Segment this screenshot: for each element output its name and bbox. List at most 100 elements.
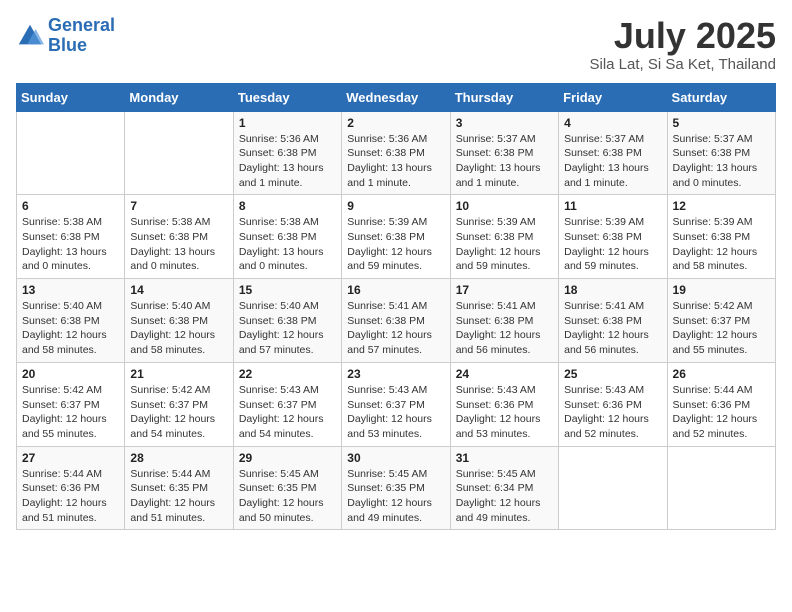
day-number: 2: [347, 116, 444, 130]
day-number: 5: [673, 116, 770, 130]
day-number: 25: [564, 367, 661, 381]
day-number: 20: [22, 367, 119, 381]
day-info: Sunrise: 5:37 AM Sunset: 6:38 PM Dayligh…: [456, 132, 553, 191]
day-info: Sunrise: 5:40 AM Sunset: 6:38 PM Dayligh…: [239, 299, 336, 358]
col-header-monday: Monday: [125, 83, 233, 111]
day-info: Sunrise: 5:42 AM Sunset: 6:37 PM Dayligh…: [22, 383, 119, 442]
day-info: Sunrise: 5:44 AM Sunset: 6:36 PM Dayligh…: [673, 383, 770, 442]
day-info: Sunrise: 5:38 AM Sunset: 6:38 PM Dayligh…: [130, 215, 227, 274]
logo-icon: [16, 22, 44, 50]
day-info: Sunrise: 5:41 AM Sunset: 6:38 PM Dayligh…: [456, 299, 553, 358]
day-info: Sunrise: 5:40 AM Sunset: 6:38 PM Dayligh…: [130, 299, 227, 358]
day-info: Sunrise: 5:36 AM Sunset: 6:38 PM Dayligh…: [239, 132, 336, 191]
day-info: Sunrise: 5:41 AM Sunset: 6:38 PM Dayligh…: [564, 299, 661, 358]
day-number: 29: [239, 451, 336, 465]
calendar-cell: 30Sunrise: 5:45 AM Sunset: 6:35 PM Dayli…: [342, 446, 450, 530]
page-header: General Blue July 2025 Sila Lat, Si Sa K…: [16, 16, 776, 73]
day-number: 27: [22, 451, 119, 465]
calendar-cell: 10 Sunrise: 5:39 AM Sunset: 6:38 PM Dayli…: [450, 195, 558, 279]
calendar-title: July 2025: [589, 16, 776, 56]
day-number: 7: [130, 199, 227, 213]
calendar-cell: 5Sunrise: 5:37 AM Sunset: 6:38 PM Daylig…: [667, 111, 775, 195]
logo: General Blue: [16, 16, 115, 56]
calendar-cell: 29 Sunrise: 5:45 AM Sunset: 6:35 PM Dayli…: [233, 446, 341, 530]
day-info: Sunrise: 5:45 AM Sunset: 6:34 PM Dayligh…: [456, 467, 553, 526]
calendar-cell: 4 Sunrise: 5:37 AM Sunset: 6:38 PM Daylig…: [559, 111, 667, 195]
calendar-cell: [559, 446, 667, 530]
day-info: Sunrise: 5:37 AM Sunset: 6:38 PM Dayligh…: [564, 132, 661, 191]
day-number: 30: [347, 451, 444, 465]
day-number: 15: [239, 283, 336, 297]
logo-line2: Blue: [48, 35, 87, 55]
day-number: 31: [456, 451, 553, 465]
day-info: Sunrise: 5:39 AM Sunset: 6:38 PM Dayligh…: [347, 215, 444, 274]
col-header-tuesday: Tuesday: [233, 83, 341, 111]
day-number: 21: [130, 367, 227, 381]
day-info: Sunrise: 5:43 AM Sunset: 6:36 PM Dayligh…: [564, 383, 661, 442]
calendar-cell: 26 Sunrise: 5:44 AM Sunset: 6:36 PM Dayli…: [667, 362, 775, 446]
calendar-cell: 20 Sunrise: 5:42 AM Sunset: 6:37 PM Dayli…: [17, 362, 125, 446]
calendar-cell: 16 Sunrise: 5:41 AM Sunset: 6:38 PM Dayli…: [342, 279, 450, 363]
calendar-cell: 14Sunrise: 5:40 AM Sunset: 6:38 PM Dayli…: [125, 279, 233, 363]
calendar-cell: [17, 111, 125, 195]
calendar-cell: 25 Sunrise: 5:43 AM Sunset: 6:36 PM Dayli…: [559, 362, 667, 446]
calendar-cell: 2 Sunrise: 5:36 AM Sunset: 6:38 PM Daylig…: [342, 111, 450, 195]
day-number: 24: [456, 367, 553, 381]
day-info: Sunrise: 5:45 AM Sunset: 6:35 PM Dayligh…: [239, 467, 336, 526]
calendar-cell: [667, 446, 775, 530]
day-number: 4: [564, 116, 661, 130]
calendar-week-row: 27 Sunrise: 5:44 AM Sunset: 6:36 PM Dayli…: [17, 446, 776, 530]
day-info: Sunrise: 5:36 AM Sunset: 6:38 PM Dayligh…: [347, 132, 444, 191]
calendar-cell: 24 Sunrise: 5:43 AM Sunset: 6:36 PM Dayli…: [450, 362, 558, 446]
calendar-cell: 13Sunrise: 5:40 AM Sunset: 6:38 PM Dayli…: [17, 279, 125, 363]
col-header-saturday: Saturday: [667, 83, 775, 111]
calendar-cell: 27 Sunrise: 5:44 AM Sunset: 6:36 PM Dayli…: [17, 446, 125, 530]
calendar-subtitle: Sila Lat, Si Sa Ket, Thailand: [589, 56, 776, 73]
calendar-cell: 17 Sunrise: 5:41 AM Sunset: 6:38 PM Dayli…: [450, 279, 558, 363]
col-header-sunday: Sunday: [17, 83, 125, 111]
day-number: 12: [673, 199, 770, 213]
calendar-cell: 9Sunrise: 5:39 AM Sunset: 6:38 PM Daylig…: [342, 195, 450, 279]
day-info: Sunrise: 5:39 AM Sunset: 6:38 PM Dayligh…: [564, 215, 661, 274]
calendar-cell: 22 Sunrise: 5:43 AM Sunset: 6:37 PM Dayli…: [233, 362, 341, 446]
day-number: 8: [239, 199, 336, 213]
calendar-table: SundayMondayTuesdayWednesdayThursdayFrid…: [16, 83, 776, 531]
calendar-cell: 11Sunrise: 5:39 AM Sunset: 6:38 PM Dayli…: [559, 195, 667, 279]
calendar-cell: 23 Sunrise: 5:43 AM Sunset: 6:37 PM Dayli…: [342, 362, 450, 446]
day-info: Sunrise: 5:42 AM Sunset: 6:37 PM Dayligh…: [130, 383, 227, 442]
day-number: 23: [347, 367, 444, 381]
day-number: 22: [239, 367, 336, 381]
day-info: Sunrise: 5:40 AM Sunset: 6:38 PM Dayligh…: [22, 299, 119, 358]
day-info: Sunrise: 5:39 AM Sunset: 6:38 PM Dayligh…: [456, 215, 553, 274]
calendar-cell: 18Sunrise: 5:41 AM Sunset: 6:38 PM Dayli…: [559, 279, 667, 363]
calendar-cell: 6 Sunrise: 5:38 AM Sunset: 6:38 PM Daylig…: [17, 195, 125, 279]
day-number: 6: [22, 199, 119, 213]
col-header-friday: Friday: [559, 83, 667, 111]
day-number: 17: [456, 283, 553, 297]
day-number: 26: [673, 367, 770, 381]
calendar-cell: [125, 111, 233, 195]
calendar-week-row: 1 Sunrise: 5:36 AM Sunset: 6:38 PM Daylig…: [17, 111, 776, 195]
logo-text: General Blue: [48, 16, 115, 56]
day-info: Sunrise: 5:38 AM Sunset: 6:38 PM Dayligh…: [239, 215, 336, 274]
logo-line1: General: [48, 15, 115, 35]
day-number: 1: [239, 116, 336, 130]
day-info: Sunrise: 5:42 AM Sunset: 6:37 PM Dayligh…: [673, 299, 770, 358]
day-info: Sunrise: 5:43 AM Sunset: 6:36 PM Dayligh…: [456, 383, 553, 442]
day-info: Sunrise: 5:41 AM Sunset: 6:38 PM Dayligh…: [347, 299, 444, 358]
day-number: 10: [456, 199, 553, 213]
day-info: Sunrise: 5:43 AM Sunset: 6:37 PM Dayligh…: [239, 383, 336, 442]
calendar-week-row: 20 Sunrise: 5:42 AM Sunset: 6:37 PM Dayli…: [17, 362, 776, 446]
day-info: Sunrise: 5:44 AM Sunset: 6:36 PM Dayligh…: [22, 467, 119, 526]
day-number: 19: [673, 283, 770, 297]
calendar-cell: 31 Sunrise: 5:45 AM Sunset: 6:34 PM Dayli…: [450, 446, 558, 530]
calendar-week-row: 13Sunrise: 5:40 AM Sunset: 6:38 PM Dayli…: [17, 279, 776, 363]
calendar-cell: 12 Sunrise: 5:39 AM Sunset: 6:38 PM Dayli…: [667, 195, 775, 279]
calendar-header-row: SundayMondayTuesdayWednesdayThursdayFrid…: [17, 83, 776, 111]
day-info: Sunrise: 5:39 AM Sunset: 6:38 PM Dayligh…: [673, 215, 770, 274]
day-info: Sunrise: 5:38 AM Sunset: 6:38 PM Dayligh…: [22, 215, 119, 274]
calendar-week-row: 6 Sunrise: 5:38 AM Sunset: 6:38 PM Daylig…: [17, 195, 776, 279]
day-info: Sunrise: 5:43 AM Sunset: 6:37 PM Dayligh…: [347, 383, 444, 442]
col-header-thursday: Thursday: [450, 83, 558, 111]
day-number: 16: [347, 283, 444, 297]
